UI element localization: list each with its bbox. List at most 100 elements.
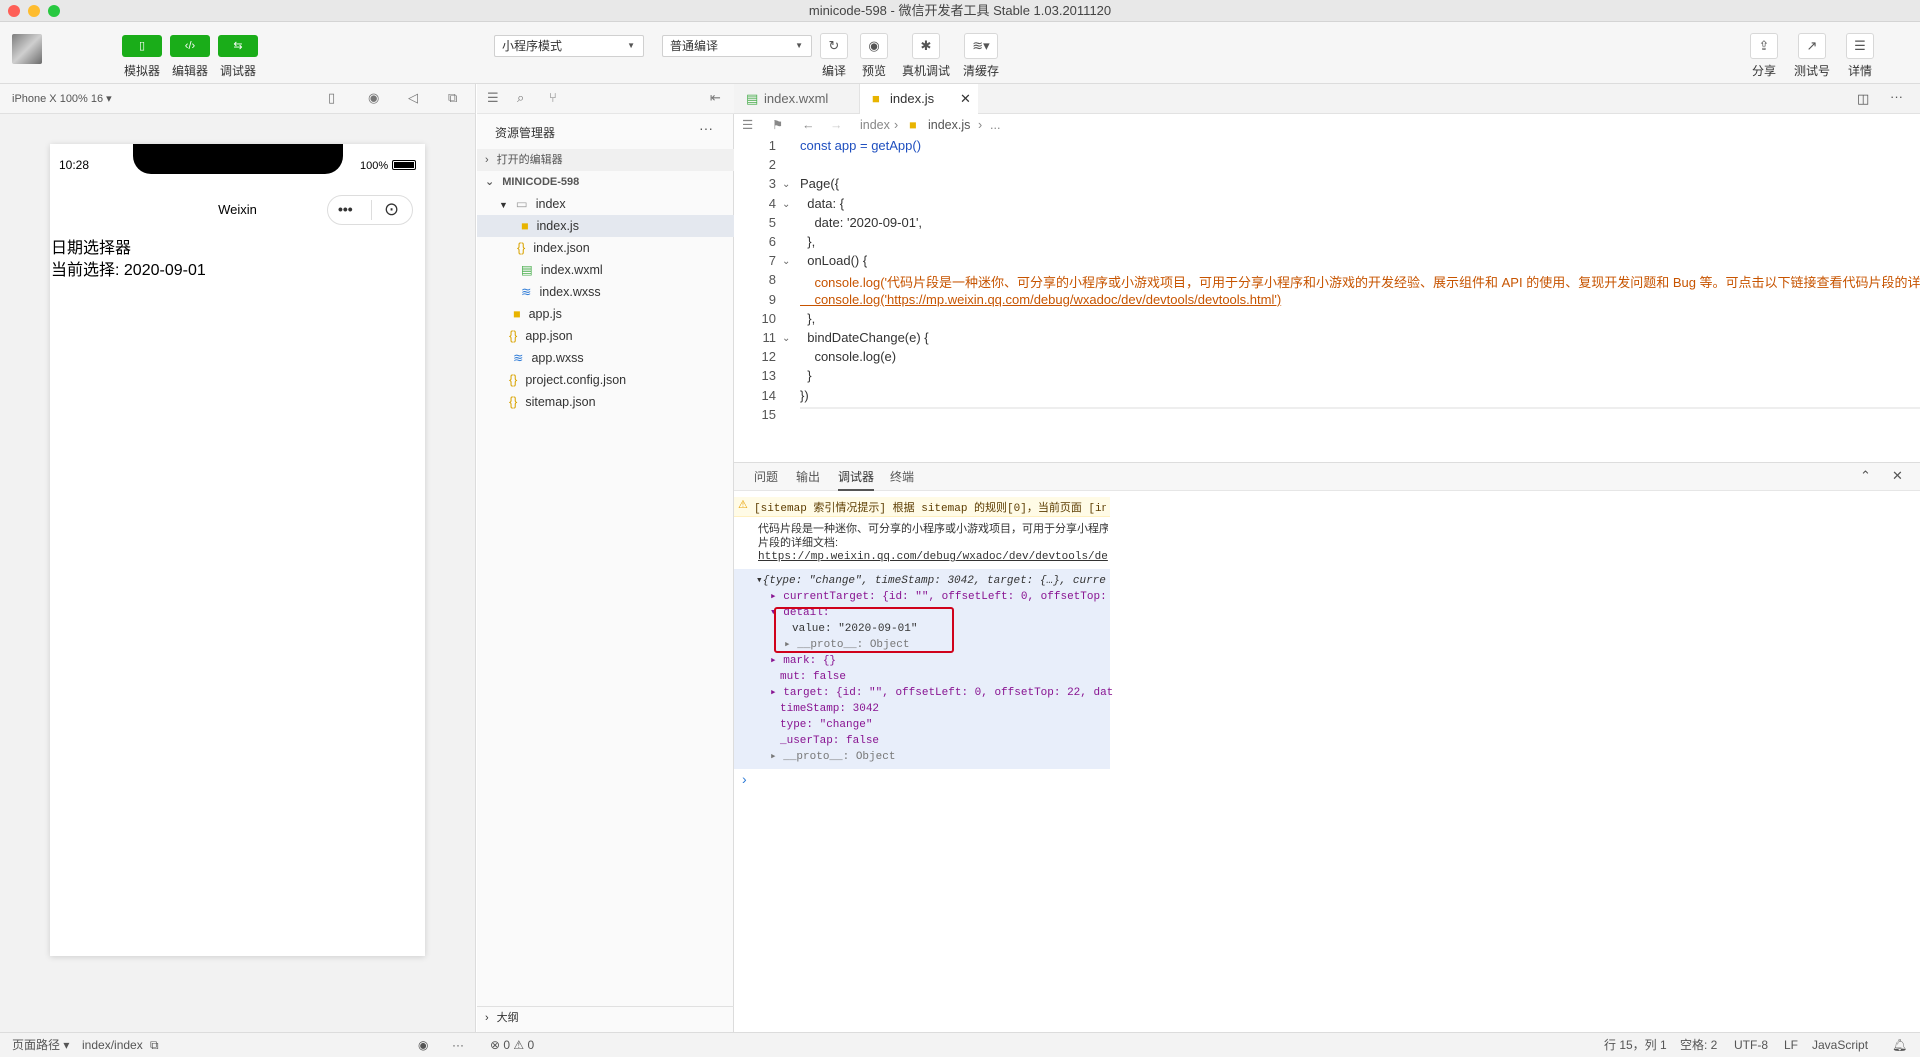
more-dots-icon[interactable]: ••• <box>338 201 353 217</box>
share-button[interactable]: ⇪ <box>1750 33 1778 59</box>
popout-icon[interactable]: ⧉ <box>448 90 457 106</box>
fold-chevron-icon[interactable]: ⌄ <box>782 179 790 190</box>
cursor-position[interactable]: 行 15，列 1 <box>1604 1033 1667 1058</box>
fold-chevron-icon[interactable]: ⌄ <box>782 333 790 344</box>
code-line[interactable]: }, <box>800 311 815 326</box>
code-line[interactable]: onLoad() { <box>800 253 867 268</box>
problems-count[interactable]: ⊗ 0 ⚠ 0 <box>490 1033 534 1058</box>
file-sitemap-json[interactable]: {} sitemap.json <box>477 391 734 413</box>
console-prompt[interactable]: › <box>742 771 747 787</box>
code-line[interactable]: console.log(e) <box>800 349 896 364</box>
record-icon[interactable]: ◉ <box>368 90 379 106</box>
split-editor-icon[interactable]: ◫ <box>1857 91 1869 107</box>
outline-section[interactable]: › 大纲 <box>477 1006 734 1028</box>
real-device-debug-button[interactable]: ✱ <box>912 33 940 59</box>
code-line[interactable]: const app = getApp() <box>800 138 921 153</box>
simulator-toggle-button[interactable]: ▯ <box>122 35 162 57</box>
code-line[interactable] <box>800 406 1920 409</box>
page-path-label[interactable]: 页面路径 ▾ <box>12 1033 69 1058</box>
prop-target[interactable]: ▸ target: {id: "", offsetLeft: 0, offset… <box>770 685 1113 701</box>
list-icon[interactable]: ☰ <box>487 90 499 106</box>
eye-icon[interactable]: ◉ <box>418 1033 428 1058</box>
prop-mark[interactable]: ▸ mark: {} <box>770 653 836 669</box>
avatar[interactable] <box>12 34 42 64</box>
phone-icon[interactable]: ▯ <box>328 90 335 106</box>
file-project-config[interactable]: {} project.config.json <box>477 369 734 391</box>
chevron-up-icon[interactable]: ⌃ <box>1860 468 1871 484</box>
preview-button[interactable]: ◉ <box>860 33 888 59</box>
tab-index-wxml[interactable]: ▤ index.wxml <box>734 84 860 114</box>
code-line[interactable]: Page({ <box>800 176 839 191</box>
git-branch-icon[interactable]: ⑂ <box>549 90 557 105</box>
bell-icon[interactable]: 🔔︎ <box>1892 1033 1907 1058</box>
file-app-js[interactable]: ■ app.js <box>477 303 734 325</box>
maximize-window-button[interactable] <box>48 5 60 17</box>
capsule-menu[interactable]: ••• ⊙ <box>327 195 413 225</box>
details-button[interactable]: ☰ <box>1846 33 1874 59</box>
file-app-json[interactable]: {} app.json <box>477 325 734 347</box>
editor-toggle-button[interactable]: ‹/› <box>170 35 210 57</box>
clear-cache-button[interactable]: ≋▾ <box>964 33 998 59</box>
fold-chevron-icon[interactable]: ⌄ <box>782 199 790 210</box>
mode-select[interactable]: 小程序模式 ▼ <box>494 35 644 57</box>
volume-icon[interactable]: ◁ <box>408 90 418 106</box>
file-app-wxss[interactable]: ≋ app.wxss <box>477 347 734 369</box>
breadcrumb-symbol[interactable]: ... <box>990 114 1000 136</box>
back-icon[interactable]: ← <box>802 114 815 136</box>
fold-chevron-icon[interactable]: ⌄ <box>782 256 790 267</box>
chevron-down-icon: ⌄ <box>485 176 495 188</box>
forward-icon[interactable]: → <box>830 114 843 136</box>
tab-index-js[interactable]: ■ index.js ✕ <box>860 84 978 114</box>
close-tab-icon[interactable]: ✕ <box>960 84 971 114</box>
code-line[interactable]: console.log('https://mp.weixin.qq.com/de… <box>800 292 1281 307</box>
more-icon[interactable]: ··· <box>1890 89 1903 104</box>
debugger-toggle-button[interactable]: ⇆ <box>218 35 258 57</box>
console-log-link[interactable]: https://mp.weixin.qq.com/debug/wxadoc/de… <box>758 551 1108 563</box>
open-editors-section[interactable]: › 打开的编辑器 <box>477 149 734 171</box>
file-index-wxml[interactable]: ▤ index.wxml <box>477 259 734 281</box>
code-area[interactable]: 1 const app = getApp() 2 3 ⌄ Page({4 ⌄ data: {… <box>734 136 1920 462</box>
close-window-button[interactable] <box>8 5 20 17</box>
tab-terminal[interactable]: 终端 <box>890 463 914 491</box>
code-line[interactable]: }) <box>800 388 809 403</box>
object-summary[interactable]: ▾{type: "change", timeStamp: 3042, targe… <box>756 573 1106 589</box>
prop-proto[interactable]: ▸ __proto__: Object <box>770 749 895 765</box>
project-section[interactable]: ⌄ MINICODE-598 <box>477 171 734 193</box>
folder-index[interactable]: ▼ ▭ index <box>477 193 734 215</box>
code-line[interactable]: console.log('代码片段是一种迷你、可分享的小程序或小游戏项目，可用于… <box>800 272 1920 291</box>
device-select[interactable]: iPhone X 100% 16 ▾ <box>12 92 112 105</box>
tab-debugger[interactable]: 调试器 <box>838 463 875 491</box>
more-icon[interactable]: ··· <box>699 120 713 136</box>
line-number: 3 <box>768 176 776 192</box>
copy-icon[interactable]: ⧉ <box>150 1033 159 1058</box>
breadcrumb-file[interactable]: index.js <box>928 114 970 136</box>
code-line[interactable]: }, <box>800 234 815 249</box>
code-line[interactable]: data: { <box>800 196 844 211</box>
code-line[interactable]: bindDateChange(e) { <box>800 330 928 345</box>
compile-button[interactable]: ↻ <box>820 33 848 59</box>
file-index-js[interactable]: ■ index.js <box>477 215 734 237</box>
more-icon[interactable]: ··· <box>452 1033 464 1058</box>
compile-mode-select[interactable]: 普通编译 ▼ <box>662 35 812 57</box>
breadcrumb-folder[interactable]: index <box>860 114 890 136</box>
bookmark-icon[interactable]: ⚑ <box>772 114 783 136</box>
prop-currentTarget[interactable]: ▸ currentTarget: {id: "", offsetLeft: 0,… <box>770 589 1107 605</box>
picker-current-value[interactable]: 当前选择: 2020-09-01 <box>51 256 206 280</box>
language-mode[interactable]: JavaScript <box>1812 1033 1868 1058</box>
close-circle-icon[interactable]: ⊙ <box>384 199 399 220</box>
close-panel-icon[interactable]: ✕ <box>1892 468 1903 484</box>
file-index-json[interactable]: {} index.json <box>477 237 734 259</box>
search-icon[interactable]: ⌕ <box>517 90 524 106</box>
test-account-button[interactable]: ↗ <box>1798 33 1826 59</box>
indentation[interactable]: 空格: 2 <box>1680 1033 1717 1058</box>
file-index-wxss[interactable]: ≋ index.wxss <box>477 281 734 303</box>
minimize-window-button[interactable] <box>28 5 40 17</box>
collapse-panel-icon[interactable]: ⇤ <box>710 90 721 106</box>
tab-output[interactable]: 输出 <box>796 463 820 491</box>
code-line[interactable]: } <box>800 368 811 383</box>
tab-problems[interactable]: 问题 <box>754 463 778 491</box>
code-line[interactable]: date: '2020-09-01', <box>800 215 922 230</box>
list-icon[interactable]: ☰ <box>742 114 753 136</box>
encoding[interactable]: UTF-8 <box>1734 1033 1768 1058</box>
line-ending[interactable]: LF <box>1784 1033 1798 1058</box>
